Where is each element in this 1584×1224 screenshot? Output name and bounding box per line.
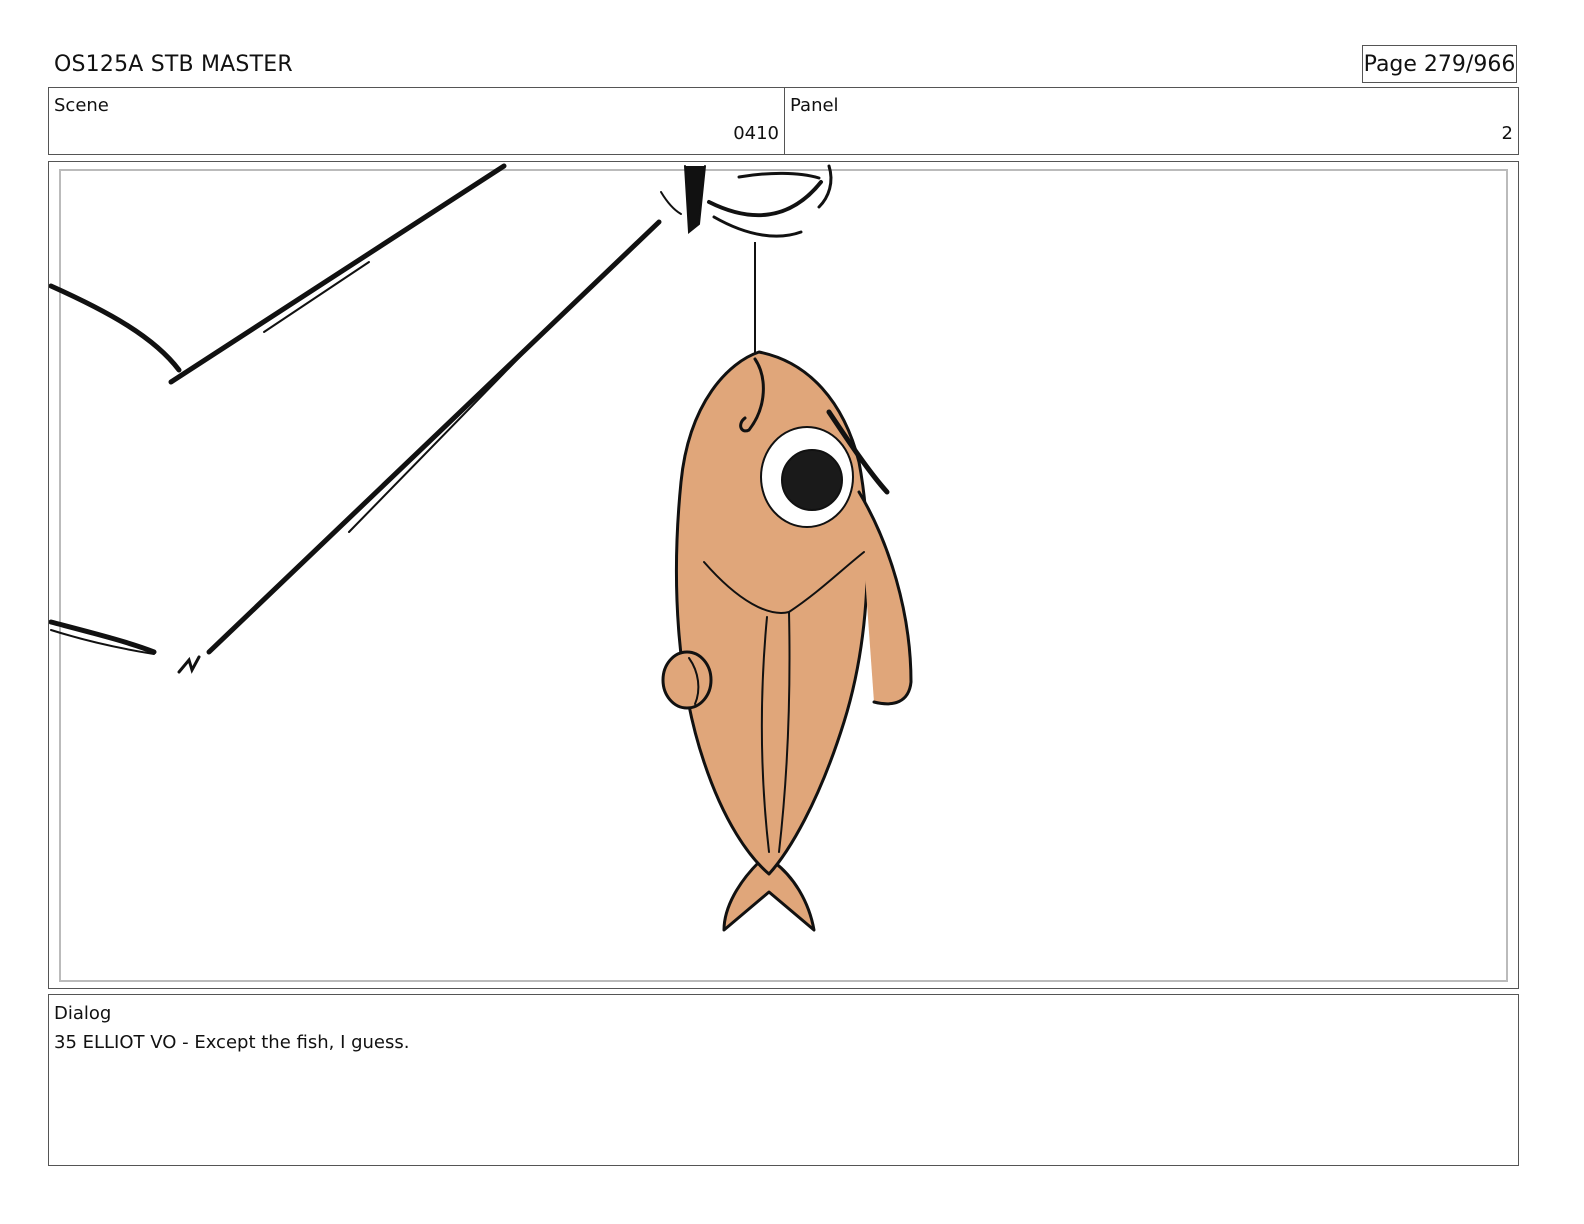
dialog-text: 35 ELLIOT VO - Except the fish, I guess. — [54, 1032, 410, 1053]
document-title: OS125A STB MASTER — [54, 52, 293, 77]
fish-drawing — [661, 350, 913, 932]
panel-label: Panel — [790, 95, 839, 116]
page-counter: Page 279/966 — [1362, 45, 1517, 83]
arm-sketch — [49, 163, 662, 674]
hand-sketch — [660, 164, 833, 238]
storyboard-drawing — [49, 163, 913, 932]
scene-cell: Scene 0410 — [49, 88, 785, 154]
dialog-box: Dialog 35 ELLIOT VO - Except the fish, I… — [48, 994, 1519, 1166]
scene-panel-row: Scene 0410 Panel 2 — [48, 87, 1519, 155]
scene-number: 0410 — [733, 123, 779, 144]
panel-cell: Panel 2 — [785, 88, 1518, 154]
storyboard-frame — [48, 161, 1519, 989]
panel-number: 2 — [1501, 123, 1513, 144]
scene-label: Scene — [54, 95, 109, 116]
dialog-label: Dialog — [54, 1003, 112, 1024]
